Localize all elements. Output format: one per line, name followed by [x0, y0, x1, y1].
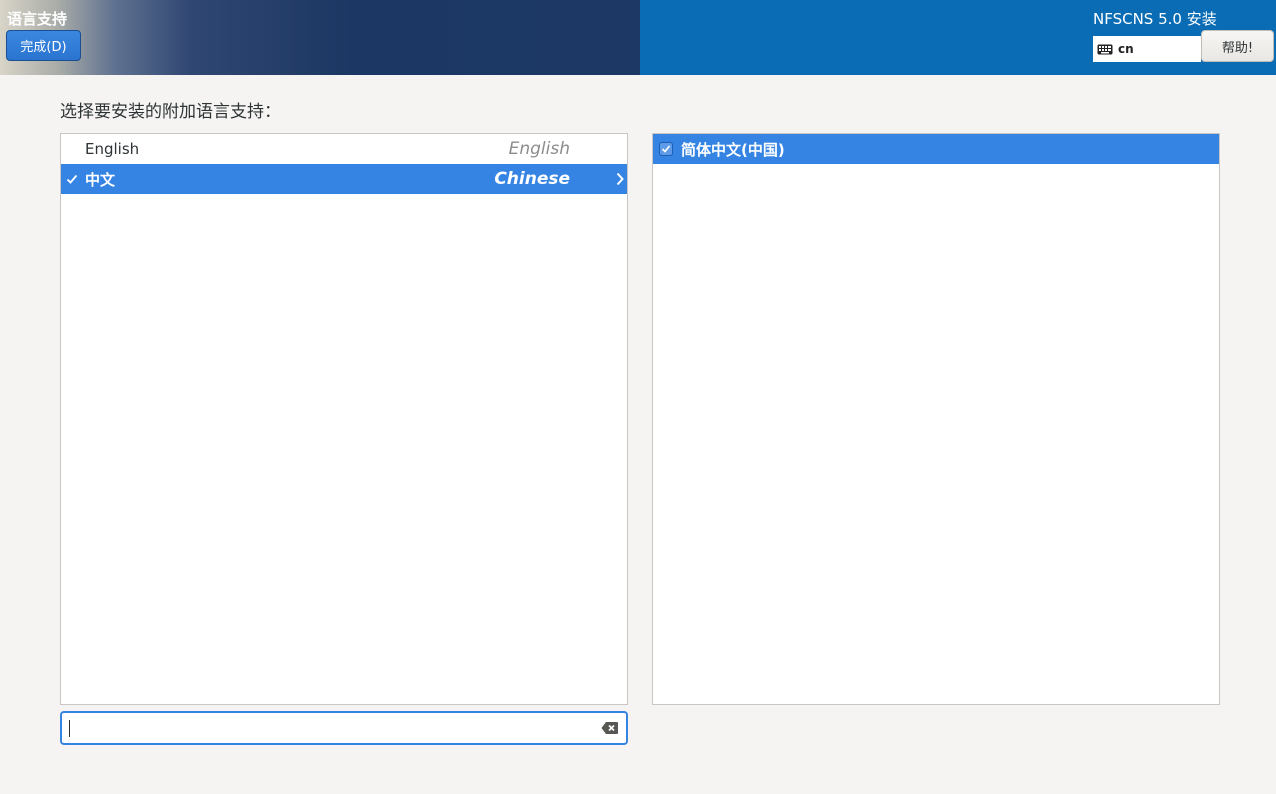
- header-bar: 语言支持 完成(D) NFSCNS 5.0 安装 cn 帮助!: [0, 0, 1276, 75]
- header-banner: [0, 0, 640, 75]
- language-row-english[interactable]: English English: [61, 134, 627, 164]
- done-button[interactable]: 完成(D): [6, 30, 81, 61]
- chevron-right-icon: [616, 172, 624, 186]
- keyboard-icon: [1097, 44, 1113, 54]
- language-english-name: English: [508, 139, 570, 159]
- keyboard-layout-label: cn: [1118, 42, 1134, 56]
- language-row-chinese[interactable]: 中文 Chinese: [61, 164, 627, 194]
- locale-checkbox[interactable]: [659, 142, 673, 156]
- language-english-name: Chinese: [494, 169, 570, 189]
- language-prompt: 选择要安装的附加语言支持：: [60, 102, 281, 122]
- locale-list: 简体中文(中国): [652, 133, 1220, 705]
- keyboard-layout-indicator[interactable]: cn: [1093, 36, 1201, 62]
- clear-text-icon[interactable]: [601, 721, 619, 735]
- text-caret: [69, 720, 70, 737]
- spoke-title: 语言支持: [7, 10, 68, 28]
- locale-label: 简体中文(中国): [681, 140, 785, 159]
- help-button[interactable]: 帮助!: [1201, 30, 1274, 62]
- checkmark-icon: [66, 174, 78, 184]
- language-native-name: 中文: [85, 170, 116, 189]
- language-search-input[interactable]: [60, 711, 628, 745]
- language-native-name: English: [85, 140, 140, 158]
- checkmark-icon: [661, 145, 671, 153]
- locale-row[interactable]: 简体中文(中国): [653, 134, 1219, 164]
- product-title: NFSCNS 5.0 安装: [1093, 10, 1217, 28]
- language-list: English English 中文 Chinese: [60, 133, 628, 705]
